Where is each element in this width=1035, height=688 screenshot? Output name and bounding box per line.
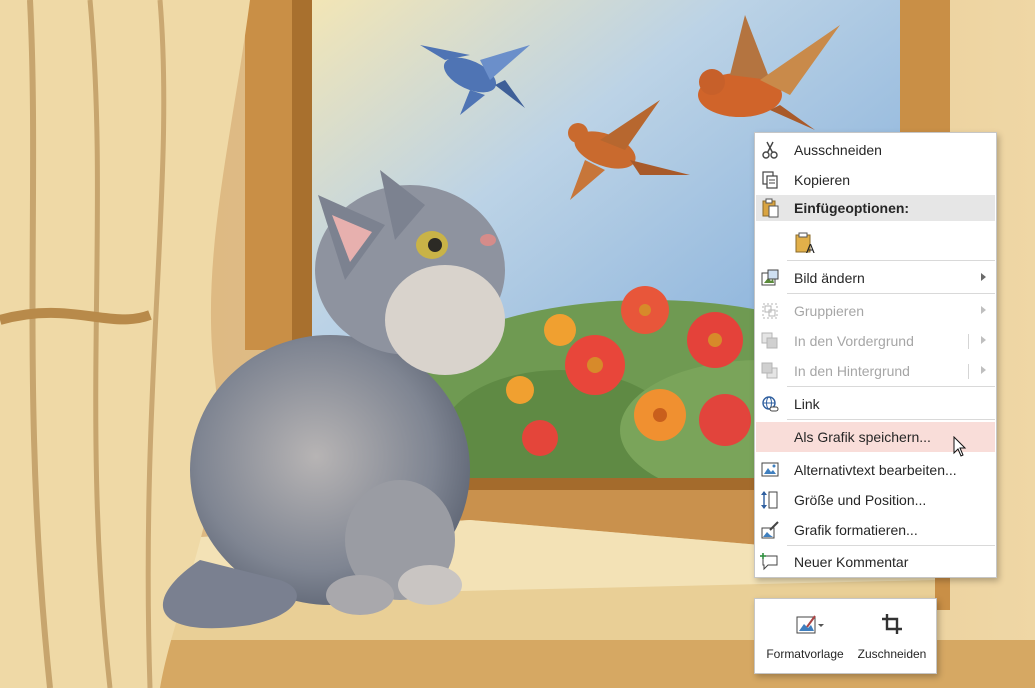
submenu-arrow-icon	[981, 336, 986, 344]
mini-toolbar: Formatvorlage Zuschneiden	[754, 598, 937, 674]
change-picture-icon	[760, 268, 780, 288]
menu-item-label: In den Vordergrund	[794, 333, 914, 349]
menu-item-send-backward[interactable]: In den Hintergrund	[756, 356, 995, 386]
paste-picture-option[interactable]: A	[756, 225, 995, 259]
submenu-arrow-icon	[981, 273, 986, 281]
menu-item-label: Gruppieren	[794, 303, 865, 319]
clipboard-icon	[760, 198, 780, 218]
menu-item-bring-forward[interactable]: In den Vordergrund	[756, 326, 995, 356]
paste-picture-icon: A	[794, 231, 818, 256]
slide-canvas: Ausschneiden Kopieren Einfügeoptionen: A	[0, 0, 1035, 688]
send-backward-icon	[760, 361, 780, 381]
menu-item-link[interactable]: Link	[756, 389, 995, 419]
menu-item-label: In den Hintergrund	[794, 363, 910, 379]
size-position-icon	[760, 490, 780, 510]
crop-button[interactable]: Zuschneiden	[853, 603, 931, 669]
menu-item-format-picture[interactable]: Grafik formatieren...	[756, 515, 995, 545]
picture-style-label: Formatvorlage	[766, 647, 844, 661]
menu-item-label: Alternativtext bearbeiten...	[794, 462, 957, 478]
submenu-arrow-icon	[981, 366, 986, 374]
comment-icon	[760, 552, 780, 572]
crop-label: Zuschneiden	[857, 647, 927, 661]
menu-item-label: Link	[794, 396, 820, 412]
menu-separator	[787, 419, 995, 420]
menu-item-change-picture[interactable]: Bild ändern	[756, 263, 995, 293]
link-icon	[760, 394, 780, 414]
menu-separator	[787, 545, 995, 546]
menu-item-label: Ausschneiden	[794, 142, 882, 158]
submenu-arrow-icon	[981, 306, 986, 314]
menu-item-cut[interactable]: Ausschneiden	[756, 135, 995, 165]
split-divider	[968, 364, 969, 379]
menu-separator	[787, 293, 995, 294]
menu-item-alt-text[interactable]: Alternativtext bearbeiten...	[756, 455, 995, 485]
menu-item-copy[interactable]: Kopieren	[756, 165, 995, 195]
menu-item-label: Neuer Kommentar	[794, 554, 909, 570]
group-icon	[760, 301, 780, 321]
picture-style-icon	[795, 613, 825, 637]
bring-forward-icon	[760, 331, 780, 351]
menu-item-label: Bild ändern	[794, 270, 865, 286]
mouse-pointer-icon	[953, 436, 967, 457]
copy-icon	[760, 170, 780, 190]
svg-text:A: A	[806, 241, 815, 255]
menu-header-paste-options: Einfügeoptionen:	[756, 195, 995, 221]
menu-item-label: Grafik formatieren...	[794, 522, 918, 538]
alt-text-icon	[760, 460, 780, 480]
menu-item-label: Als Grafik speichern...	[794, 429, 931, 445]
menu-item-size-position[interactable]: Größe und Position...	[756, 485, 995, 515]
menu-separator	[787, 260, 995, 261]
menu-item-label: Größe und Position...	[794, 492, 927, 508]
menu-separator	[787, 386, 995, 387]
menu-item-new-comment[interactable]: Neuer Kommentar	[756, 547, 995, 577]
menu-item-label: Kopieren	[794, 172, 851, 188]
split-divider	[968, 334, 969, 349]
menu-header-label: Einfügeoptionen:	[794, 200, 910, 216]
menu-item-group[interactable]: Gruppieren	[756, 296, 995, 326]
context-menu: Ausschneiden Kopieren Einfügeoptionen: A	[754, 132, 997, 578]
picture-style-button[interactable]: Formatvorlage	[759, 603, 851, 669]
crop-icon	[881, 613, 903, 635]
scissors-icon	[760, 140, 780, 160]
format-picture-icon	[760, 520, 780, 540]
